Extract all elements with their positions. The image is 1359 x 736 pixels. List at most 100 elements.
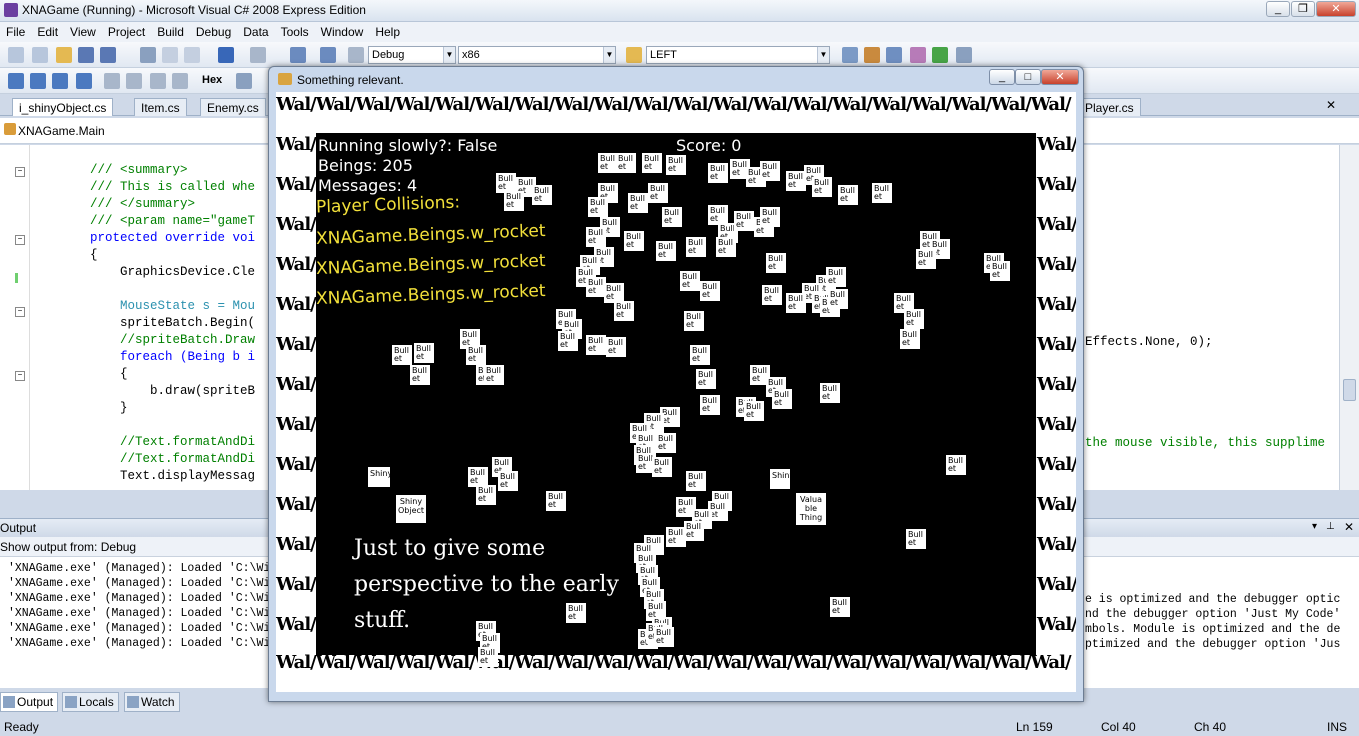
bullet-sprite: Bull et bbox=[686, 237, 706, 257]
bullet-sprite: Bull et bbox=[916, 249, 936, 269]
close-button[interactable]: ✕ bbox=[1316, 1, 1356, 17]
save-icon[interactable] bbox=[78, 47, 94, 63]
window-title: XNAGame (Running) - Microsoft Visual C# … bbox=[22, 3, 366, 17]
redo-icon[interactable] bbox=[250, 47, 266, 63]
editor-scrollbar[interactable] bbox=[1339, 145, 1359, 490]
stop-debugging-icon[interactable] bbox=[52, 73, 68, 89]
solution-explorer-icon[interactable] bbox=[864, 47, 880, 63]
pin-icon[interactable]: ⊥ bbox=[1326, 521, 1335, 532]
continue-icon[interactable] bbox=[8, 73, 24, 89]
menu-edit[interactable]: Edit bbox=[31, 22, 64, 39]
step-over-icon[interactable] bbox=[150, 73, 166, 89]
bullet-sprite: Bull et bbox=[558, 331, 578, 351]
configuration-select[interactable]: Debug ▼ bbox=[368, 46, 456, 64]
menu-file[interactable]: File bbox=[0, 22, 31, 39]
collapse-icon[interactable]: − bbox=[15, 235, 25, 245]
collapse-icon[interactable]: − bbox=[15, 167, 25, 177]
scroll-thumb[interactable] bbox=[1343, 379, 1356, 401]
menu-data[interactable]: Data bbox=[237, 22, 274, 39]
navigate-back-icon[interactable] bbox=[290, 47, 306, 63]
bullet-sprite: Bull et bbox=[466, 345, 486, 365]
break-all-icon[interactable] bbox=[30, 73, 46, 89]
game-close-button[interactable]: ✕ bbox=[1041, 69, 1079, 85]
new-project-icon[interactable] bbox=[8, 47, 24, 63]
output-line-right: nd the debugger option 'Just My Code' bbox=[1085, 608, 1341, 621]
paste-icon[interactable] bbox=[184, 47, 200, 63]
navigate-forward-icon[interactable] bbox=[320, 47, 336, 63]
tab-output[interactable]: Output bbox=[0, 692, 59, 712]
tab-locals[interactable]: Locals bbox=[62, 692, 119, 712]
window-list-icon[interactable] bbox=[956, 47, 972, 63]
find-icon[interactable] bbox=[842, 47, 858, 63]
game-arena[interactable]: Running slowly?: False Beings: 205 Messa… bbox=[316, 133, 1036, 667]
bullet-sprite: Bull et bbox=[812, 177, 832, 197]
close-icon[interactable]: ✕ bbox=[1344, 520, 1354, 534]
game-minimize-button[interactable]: _ bbox=[989, 69, 1015, 85]
wall-segment: Wal/ bbox=[1037, 454, 1076, 475]
save-all-icon[interactable] bbox=[100, 47, 116, 63]
visual-studio-icon bbox=[4, 3, 18, 17]
title-bar: XNAGame (Running) - Microsoft Visual C# … bbox=[0, 0, 1359, 22]
bullet-sprite: Bull et bbox=[666, 527, 686, 547]
menu-project[interactable]: Project bbox=[102, 22, 151, 39]
wall-segment: Wal/ bbox=[1037, 414, 1076, 435]
tab-item[interactable]: Item.cs bbox=[134, 98, 187, 116]
menu-window[interactable]: Window bbox=[315, 22, 370, 39]
platform-select[interactable]: x86 ▼ bbox=[458, 46, 616, 64]
code-line: /// </summary> bbox=[30, 197, 196, 211]
toolbox-icon[interactable] bbox=[910, 47, 926, 63]
find-in-files-icon[interactable] bbox=[626, 47, 642, 63]
menu-view[interactable]: View bbox=[64, 22, 102, 39]
tab-watch[interactable]: Watch bbox=[124, 692, 180, 712]
collapse-icon[interactable]: − bbox=[15, 371, 25, 381]
chevron-down-icon: ▼ bbox=[443, 47, 455, 63]
bullet-sprite: Bull et bbox=[606, 337, 626, 357]
collapse-icon[interactable]: − bbox=[15, 307, 25, 317]
hex-toggle[interactable]: Hex bbox=[202, 74, 222, 86]
add-item-icon[interactable] bbox=[32, 47, 48, 63]
code-line: /// <param name="gameT bbox=[30, 214, 256, 228]
show-next-statement-icon[interactable] bbox=[104, 73, 120, 89]
menu-tools[interactable]: Tools bbox=[275, 22, 315, 39]
wall-segment: Wal/ bbox=[276, 254, 317, 275]
cut-icon[interactable] bbox=[140, 47, 156, 63]
wall-segment: Wal/ bbox=[276, 294, 317, 315]
bullet-sprite: Bull et bbox=[586, 277, 606, 297]
undo-icon[interactable] bbox=[218, 47, 234, 63]
minimize-button[interactable]: _ bbox=[1266, 1, 1290, 17]
start-page-icon[interactable] bbox=[932, 47, 948, 63]
output-source-select[interactable]: Debug bbox=[101, 540, 136, 554]
chevron-down-icon: ▼ bbox=[817, 47, 829, 63]
window-position-icon[interactable]: ▾ bbox=[1312, 521, 1317, 532]
bullet-sprite: Bull et bbox=[484, 365, 504, 385]
code-line: foreach (Being b i bbox=[30, 350, 256, 364]
bullet-sprite: Bull et bbox=[990, 261, 1010, 281]
menu-debug[interactable]: Debug bbox=[190, 22, 237, 39]
copy-icon[interactable] bbox=[162, 47, 178, 63]
open-icon[interactable] bbox=[56, 47, 72, 63]
tab-shiny-object[interactable]: i_shinyObject.cs bbox=[12, 98, 114, 116]
game-maximize-button[interactable]: □ bbox=[1015, 69, 1041, 85]
tab-player[interactable]: Player.cs bbox=[1078, 98, 1141, 116]
step-out-icon[interactable] bbox=[172, 73, 188, 89]
tab-enemy[interactable]: Enemy.cs bbox=[200, 98, 266, 116]
show-output-label: Show output from: bbox=[0, 540, 98, 554]
bullet-sprite: Bull et bbox=[700, 395, 720, 415]
properties-icon[interactable] bbox=[886, 47, 902, 63]
menu-build[interactable]: Build bbox=[151, 22, 190, 39]
step-into-icon[interactable] bbox=[126, 73, 142, 89]
bullet-sprite: Bull et bbox=[826, 267, 846, 287]
valuable-thing: Valua ble Thing bbox=[796, 493, 826, 525]
find-combo[interactable]: LEFT ▼ bbox=[646, 46, 830, 64]
start-debugging-icon[interactable] bbox=[348, 47, 364, 63]
output-line-right: ptimized and the debugger option 'Jus bbox=[1085, 638, 1341, 651]
output-line: 'XNAGame.exe' (Managed): Loaded 'C:\Wi bbox=[8, 622, 271, 635]
bullet-sprite: Bull et bbox=[586, 335, 606, 355]
breakpoints-window-icon[interactable] bbox=[236, 73, 252, 89]
close-document-icon[interactable]: ✕ bbox=[1326, 98, 1336, 112]
maximize-button[interactable]: ❐ bbox=[1291, 1, 1315, 17]
class-dropdown[interactable]: XNAGame.Main bbox=[18, 124, 105, 138]
bullet-sprite: Bull et bbox=[628, 193, 648, 213]
restart-icon[interactable] bbox=[76, 73, 92, 89]
menu-help[interactable]: Help bbox=[369, 22, 406, 39]
